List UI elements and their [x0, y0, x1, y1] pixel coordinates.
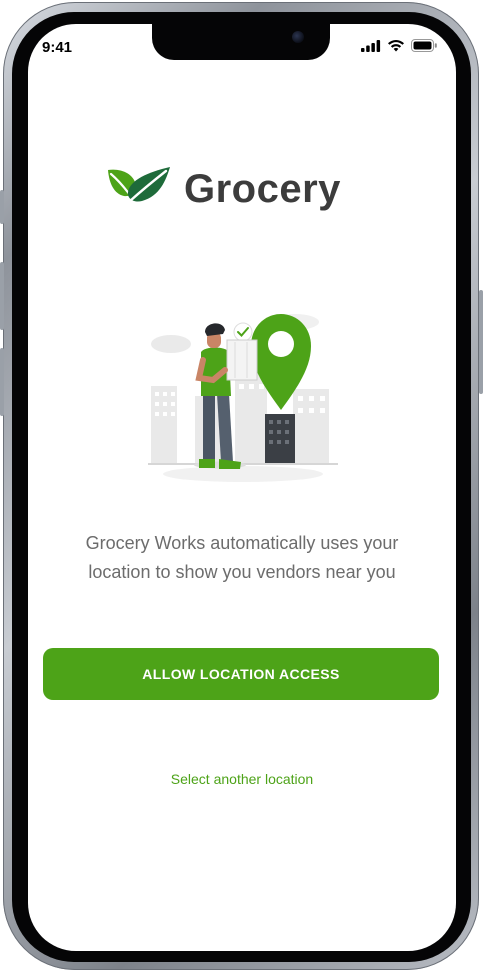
- location-description: Grocery Works automatically uses your lo…: [48, 529, 436, 587]
- volume-up-button: [0, 262, 4, 330]
- status-icons: [361, 39, 438, 57]
- description-line-2: location to show you vendors near you: [88, 562, 396, 582]
- notch: [152, 24, 330, 60]
- front-camera: [292, 31, 304, 43]
- wifi-icon: [387, 39, 405, 57]
- allow-location-access-button[interactable]: ALLOW LOCATION ACCESS: [43, 648, 439, 700]
- volume-down-button: [0, 348, 4, 416]
- location-pin-illustration: [143, 294, 343, 489]
- select-another-location-link[interactable]: Select another location: [28, 771, 456, 787]
- app-screen: 9:41 Grocery Grocery Works automatically…: [28, 24, 456, 951]
- battery-icon: [411, 39, 438, 57]
- leaves-icon: [106, 166, 172, 213]
- app-logo: Grocery: [106, 166, 341, 213]
- status-time: 9:41: [42, 39, 73, 56]
- power-button: [479, 290, 483, 394]
- phone-mockup: 9:41 Grocery Grocery Works automatically…: [0, 0, 483, 974]
- description-line-1: Grocery Works automatically uses your: [85, 533, 399, 553]
- brand-name: Grocery: [184, 167, 341, 211]
- cellular-signal-icon: [361, 39, 381, 57]
- mute-switch: [0, 190, 4, 224]
